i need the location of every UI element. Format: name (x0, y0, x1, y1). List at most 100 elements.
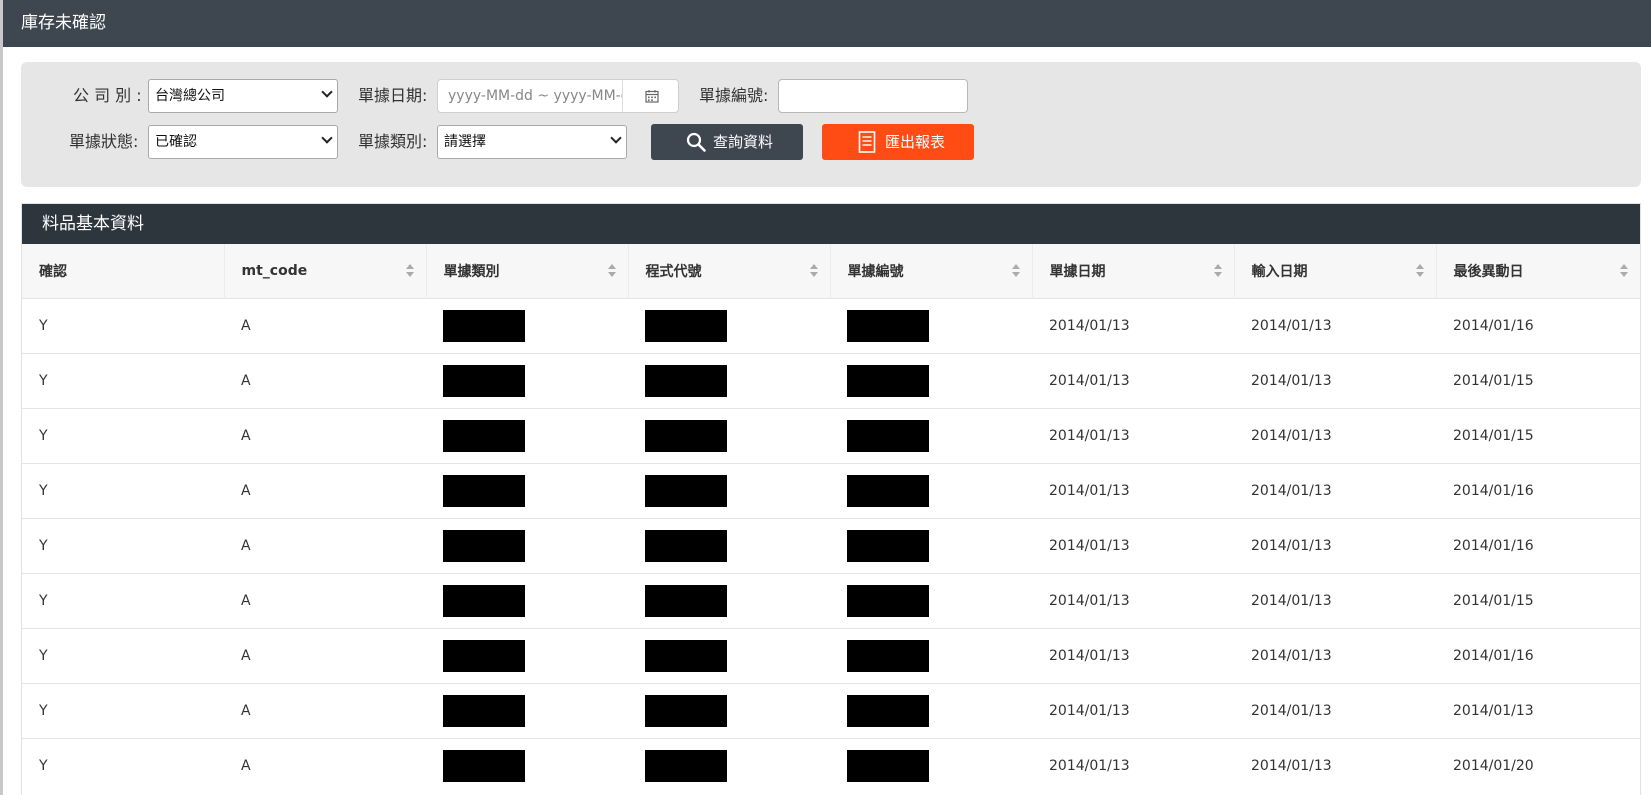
sort-icon[interactable] (1415, 264, 1424, 278)
cell-text: 2014/01/13 (1049, 702, 1130, 719)
status-select[interactable]: 已確認 (148, 125, 338, 159)
cell-input-date: 2014/01/13 (1234, 408, 1436, 463)
cell-program-code-redacted (628, 353, 830, 408)
column-header-program-code[interactable]: 程式代號 (628, 244, 831, 298)
cell-last-modified: 2014/01/16 (1436, 463, 1640, 518)
table-row[interactable]: Y A 2014/01/13 2014/01/13 2014/01/15 (22, 573, 1640, 628)
cell-text: 2014/01/15 (1453, 372, 1534, 389)
export-button-label: 匯出報表 (885, 133, 946, 151)
table-row[interactable]: Y A 2014/01/13 2014/01/13 2014/01/20 (22, 738, 1640, 793)
cell-text: A (241, 702, 251, 719)
redaction-block (443, 749, 525, 782)
table-row[interactable]: Y A 2014/01/13 2014/01/13 2014/01/15 (22, 408, 1640, 463)
cell-confirm: Y (22, 298, 224, 353)
table-row[interactable]: Y A 2014/01/13 2014/01/13 2014/01/13 (22, 683, 1640, 738)
cell-text: 2014/01/13 (1049, 372, 1130, 389)
panel-title-bar: 料品基本資料 (22, 204, 1640, 244)
cell-text: Y (39, 372, 48, 389)
cell-text: Y (39, 592, 48, 609)
cell-text: 2014/01/15 (1453, 427, 1534, 444)
document-icon (858, 131, 876, 153)
column-header-doc-date[interactable]: 單據日期 (1032, 244, 1235, 298)
cell-program-code-redacted (628, 738, 830, 793)
cell-text: A (241, 482, 251, 499)
redaction-block (645, 694, 727, 727)
cell-doc-type-redacted (426, 518, 628, 573)
company-select[interactable]: 台灣總公司 (148, 79, 338, 113)
table-row[interactable]: Y A 2014/01/13 2014/01/13 2014/01/15 (22, 353, 1640, 408)
table-row[interactable]: Y A 2014/01/13 2014/01/13 2014/01/16 (22, 298, 1640, 353)
cell-doc-no-redacted (830, 683, 1032, 738)
column-header-last-modified[interactable]: 最後異動日 (1436, 244, 1640, 298)
redaction-block (847, 694, 929, 727)
doc-date-range-input[interactable]: yyyy-MM-dd ~ yyyy-MM-dd (437, 79, 679, 113)
cell-text: 2014/01/13 (1049, 427, 1130, 444)
cell-text: Y (39, 647, 48, 664)
sort-icon[interactable] (1213, 264, 1222, 278)
cell-mt-code: A (224, 298, 426, 353)
redaction-block (645, 749, 727, 782)
data-table: 確認 mt_code 單據類別 程式代號 單據編號 單據日期 輸入日期 最後異動… (22, 244, 1640, 793)
redaction-block (645, 474, 727, 507)
cell-mt-code: A (224, 463, 426, 518)
column-header-confirm[interactable]: 確認 (22, 244, 225, 298)
doc-type-label: 單據類別: (358, 132, 428, 151)
table-row[interactable]: Y A 2014/01/13 2014/01/13 2014/01/16 (22, 518, 1640, 573)
cell-confirm: Y (22, 738, 224, 793)
column-header-input-date[interactable]: 輸入日期 (1234, 244, 1437, 298)
cell-text: A (241, 317, 251, 334)
cell-text: 2014/01/13 (1049, 592, 1130, 609)
cell-input-date: 2014/01/13 (1234, 683, 1436, 738)
calendar-button[interactable] (622, 80, 678, 112)
cell-doc-no-redacted (830, 628, 1032, 683)
cell-doc-no-redacted (830, 353, 1032, 408)
column-header-label: mt_code (241, 262, 308, 279)
sort-icon[interactable] (1620, 264, 1628, 278)
column-header-mt-code[interactable]: mt_code (224, 244, 427, 298)
column-header-label: 最後異動日 (1453, 263, 1524, 280)
doc-no-input[interactable] (778, 79, 968, 113)
cell-program-code-redacted (628, 628, 830, 683)
table-row[interactable]: Y A 2014/01/13 2014/01/13 2014/01/16 (22, 463, 1640, 518)
query-button[interactable]: 查詢資料 (651, 124, 803, 160)
cell-doc-no-redacted (830, 518, 1032, 573)
cell-confirm: Y (22, 408, 224, 463)
cell-program-code-redacted (628, 298, 830, 353)
sort-icon[interactable] (405, 264, 414, 278)
cell-doc-date: 2014/01/13 (1032, 408, 1234, 463)
cell-doc-type-redacted (426, 463, 628, 518)
column-header-label: 單據編號 (847, 263, 904, 280)
redaction-block (847, 584, 929, 617)
export-button[interactable]: 匯出報表 (822, 124, 974, 160)
cell-text: Y (39, 317, 48, 334)
sort-icon[interactable] (1011, 264, 1020, 278)
data-panel: 料品基本資料 確認 mt_code 單據類別 程式代號 單據編號 單據日期 輸入… (21, 203, 1641, 795)
redaction-block (645, 364, 727, 397)
redaction-block (645, 529, 727, 562)
cell-confirm: Y (22, 628, 224, 683)
page-title: 庫存未確認 (21, 13, 106, 33)
cell-input-date: 2014/01/13 (1234, 463, 1436, 518)
cell-text: A (241, 757, 251, 774)
redaction-block (847, 309, 929, 342)
column-header-doc-type[interactable]: 單據類別 (426, 244, 629, 298)
company-label: 公 司 別 : (73, 86, 142, 105)
cell-doc-no-redacted (830, 573, 1032, 628)
doc-type-select[interactable]: 請選擇 (437, 125, 627, 159)
column-header-doc-no[interactable]: 單據編號 (830, 244, 1033, 298)
cell-input-date: 2014/01/13 (1234, 298, 1436, 353)
sort-icon[interactable] (607, 264, 616, 278)
cell-text: 2014/01/15 (1453, 592, 1534, 609)
cell-last-modified: 2014/01/16 (1436, 628, 1640, 683)
cell-text: 2014/01/13 (1251, 647, 1332, 664)
table-row[interactable]: Y A 2014/01/13 2014/01/13 2014/01/16 (22, 628, 1640, 683)
doc-date-label: 單據日期: (358, 86, 428, 105)
status-label: 單據狀態: (69, 132, 139, 151)
cell-last-modified: 2014/01/15 (1436, 573, 1640, 628)
cell-text: Y (39, 482, 48, 499)
chevron-down-icon (321, 132, 333, 144)
chevron-down-icon (610, 132, 622, 144)
column-header-label: 單據類別 (443, 263, 500, 280)
sort-icon[interactable] (809, 264, 818, 278)
cell-text: Y (39, 427, 48, 444)
